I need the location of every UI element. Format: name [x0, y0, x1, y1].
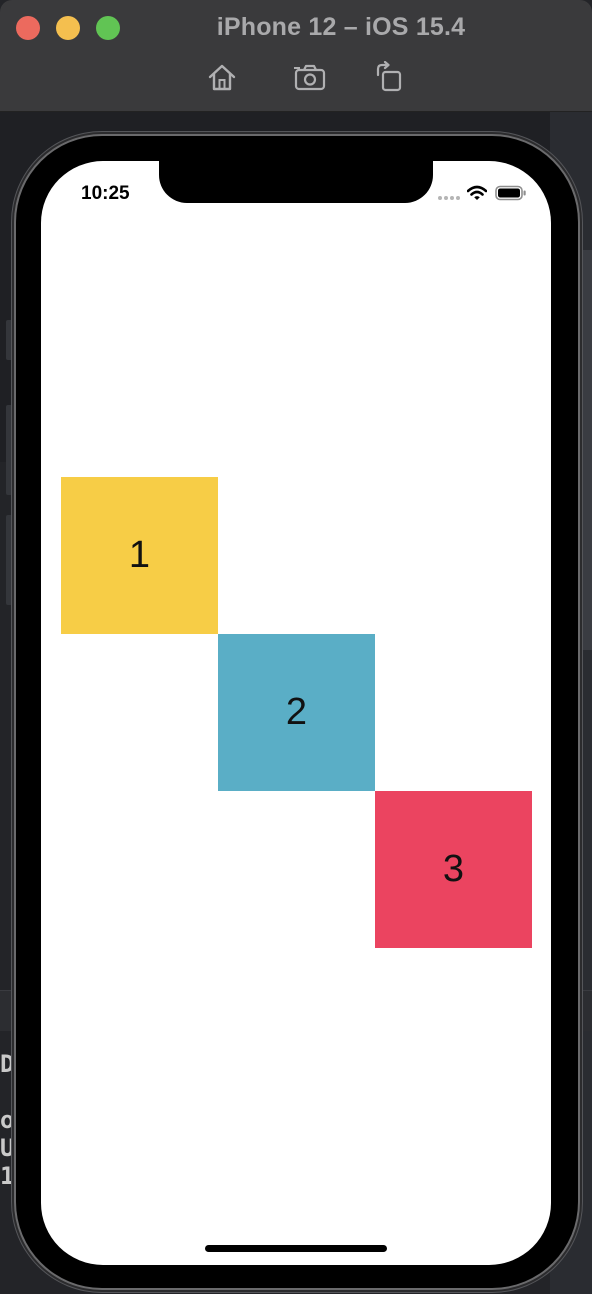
window-title: iPhone 12 – iOS 15.4	[216, 13, 466, 41]
desktop-stage: De ou UI 11 iPhone 12 – iOS 15.4 10:25 1…	[0, 0, 592, 1294]
simulator-title-bar: iPhone 12 – iOS 15.4	[0, 0, 592, 112]
square-2: 2	[218, 634, 375, 791]
cellular-signal-icon	[438, 196, 460, 200]
home-indicator[interactable]	[205, 1245, 387, 1252]
battery-icon	[495, 185, 526, 201]
rotate-icon	[376, 61, 402, 92]
close-window-button[interactable]	[16, 16, 40, 40]
fullscreen-window-button[interactable]	[96, 16, 120, 40]
notch	[159, 161, 433, 203]
home-icon	[208, 64, 236, 91]
home-button[interactable]	[205, 60, 239, 94]
square-3: 3	[375, 791, 532, 948]
phone-screen: 10:25 1 2 3	[41, 161, 551, 1265]
screenshot-button[interactable]	[293, 60, 327, 94]
square-1: 1	[61, 477, 218, 634]
rotate-button[interactable]	[372, 60, 406, 94]
background-scrollbar	[578, 250, 592, 650]
camera-icon	[294, 64, 326, 91]
minimize-window-button[interactable]	[56, 16, 80, 40]
square-label: 3	[442, 848, 465, 890]
status-bar-time: 10:25	[81, 183, 130, 204]
iphone-device-frame: 10:25 1 2 3	[16, 136, 578, 1288]
square-label: 2	[285, 691, 308, 733]
square-label: 1	[128, 534, 151, 576]
wifi-icon	[467, 185, 487, 200]
